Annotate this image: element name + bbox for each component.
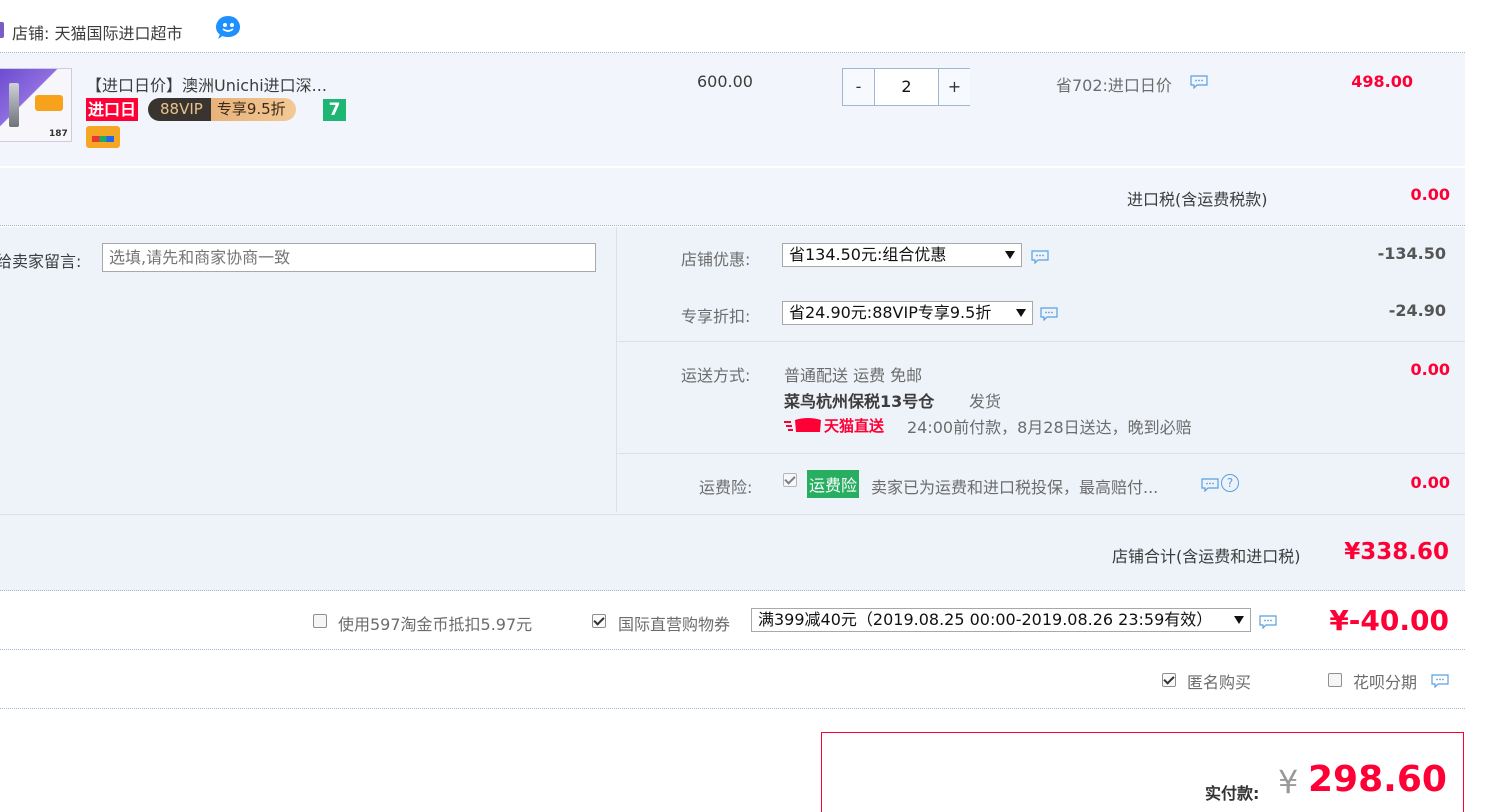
thumb-bottle [9, 83, 19, 127]
huabei-label[interactable]: 花呗分期 [1353, 669, 1417, 693]
item-row: 187 【进口日价】澳洲Unichi进口深... 进口日 88VIP 专享9.5… [0, 53, 1465, 166]
vip-discount-value: -24.90 [1388, 301, 1446, 320]
card-pay-icon [86, 126, 120, 148]
shop-discount-select[interactable]: 省134.50元:组合优惠 [782, 243, 1022, 267]
coupon-chat-icon[interactable] [1259, 615, 1277, 629]
order-options-section: 给卖家留言: 店铺优惠: 省134.50元:组合优惠 -134.50 专享折扣:… [0, 227, 1465, 591]
shipping-warehouse: 菜鸟杭州保税13号仓 [784, 392, 935, 411]
shipping-value: 0.00 [1410, 360, 1450, 379]
chevron-down-icon [1005, 251, 1015, 259]
tmall-cat-icon [784, 418, 821, 432]
shipping-ship-word: 发货 [969, 392, 1002, 411]
shop-discount-value: -134.50 [1377, 244, 1446, 263]
quantity-input[interactable]: 2 [875, 69, 938, 105]
insurance-label: 运费险: [699, 478, 753, 497]
item-promo: 省702:进口日价 [1056, 76, 1172, 95]
help-icon[interactable]: ? [1221, 474, 1239, 492]
quantity-minus-button[interactable]: - [843, 69, 875, 105]
vip-badge: 88VIP 专享9.5折 [148, 98, 296, 121]
coupon-row: 使用597淘金币抵扣5.97元 国际直营购物券 满399减40元（2019.08… [0, 592, 1465, 650]
coupon-value: ¥-40.00 [1329, 604, 1449, 637]
item-subtotal: 498.00 [1351, 72, 1413, 91]
payment-summary-box: 实付款: ¥ 298.60 [821, 732, 1464, 812]
thumb-orange-tag [35, 95, 63, 111]
shop-header: 店铺: 天猫国际进口超市 [0, 0, 1465, 53]
shipping-label: 运送方式: [681, 366, 751, 385]
unit-price: 600.00 [697, 72, 753, 91]
discount-block: 店铺优惠: 省134.50元:组合优惠 -134.50 专享折扣: 省24.90… [617, 227, 1465, 342]
insurance-block: 运费险: 运费险 卖家已为运费和进口税投保，最高赔付... ? 0.00 [617, 454, 1465, 512]
vip-discount-label: 专享9.5折 [210, 98, 296, 121]
shipping-method: 普通配送 运费 免邮 [784, 366, 923, 385]
vip-discount-selected: 省24.90元:88VIP专享9.5折 [789, 303, 992, 322]
message-label: 给卖家留言: [0, 252, 82, 271]
coupon-checkbox[interactable] [592, 614, 606, 628]
wangwang-chat-icon[interactable] [214, 14, 242, 40]
tax-value: 0.00 [1410, 185, 1450, 204]
shop-icon [0, 22, 4, 38]
coupon-label[interactable]: 国际直营购物券 [618, 611, 730, 635]
import-day-badge: 进口日 [86, 98, 139, 121]
quantity-plus-button[interactable]: + [938, 69, 970, 105]
delivery-promise: 24:00前付款，8月28日送达，晚到必赔 [907, 418, 1192, 437]
huabei-chat-icon[interactable] [1431, 674, 1449, 688]
shop-name[interactable]: 店铺: 天猫国际进口超市 [12, 20, 182, 44]
anonymous-label[interactable]: 匿名购买 [1187, 669, 1251, 693]
promo-chat-icon[interactable] [1190, 75, 1208, 89]
vip-discount-select[interactable]: 省24.90元:88VIP专享9.5折 [782, 301, 1033, 325]
pay-currency: ¥ [1278, 763, 1299, 801]
options-row: 匿名购买 花呗分期 [0, 650, 1465, 709]
vip-discount-chat-icon[interactable] [1040, 307, 1058, 321]
seller-message-input[interactable] [102, 243, 596, 272]
vip-badge-label: 88VIP [148, 98, 211, 121]
chevron-down-icon [1016, 309, 1026, 317]
tax-label: 进口税(含运费税款) [1127, 190, 1268, 209]
coins-label[interactable]: 使用597淘金币抵扣5.97元 [338, 611, 532, 635]
product-thumbnail[interactable]: 187 [0, 68, 72, 142]
insurance-chat-icon[interactable] [1201, 478, 1219, 492]
tmall-direct-logo: 天猫直送 [784, 415, 884, 435]
vip-discount-label: 专享折扣: [681, 307, 751, 326]
tax-row: 进口税(含运费税款) 0.00 [0, 168, 1465, 226]
coins-checkbox[interactable] [313, 614, 327, 628]
item-title[interactable]: 【进口日价】澳洲Unichi进口深... [86, 72, 327, 96]
huabei-checkbox[interactable] [1328, 673, 1342, 687]
insurance-checkbox[interactable] [783, 473, 797, 487]
insurance-text: 卖家已为运费和进口税投保，最高赔付... [871, 478, 1159, 497]
shop-discount-label: 店铺优惠: [681, 250, 751, 269]
insurance-value: 0.00 [1410, 473, 1450, 492]
message-panel: 给卖家留言: [0, 227, 617, 512]
insurance-tag: 运费险 [807, 470, 860, 498]
shop-total-value: ¥338.60 [1344, 539, 1449, 565]
anonymous-checkbox[interactable] [1162, 673, 1176, 687]
shop-total-row: 店铺合计(含运费和进口税) ¥338.60 [0, 514, 1465, 591]
quantity-stepper: - 2 + [842, 68, 970, 106]
shop-total-label: 店铺合计(含运费和进口税) [1112, 547, 1301, 566]
tmall-direct-text: 天猫直送 [824, 416, 885, 435]
shop-discount-selected: 省134.50元:组合优惠 [789, 245, 947, 264]
shop-discount-chat-icon[interactable] [1031, 250, 1049, 264]
thumb-price: 187 [49, 129, 68, 139]
seven-day-return-badge: 7 [323, 99, 346, 121]
coupon-select[interactable]: 满399减40元（2019.08.25 00:00-2019.08.26 23:… [751, 608, 1251, 632]
chevron-down-icon [1234, 616, 1244, 624]
coupon-selected: 满399减40元（2019.08.25 00:00-2019.08.26 23:… [758, 610, 1213, 629]
pay-label: 实付款: [1205, 784, 1260, 803]
shipping-block: 运送方式: 普通配送 运费 免邮 菜鸟杭州保税13号仓 发货 天猫直送 24:0… [617, 342, 1465, 454]
pay-amount: 298.60 [1308, 759, 1447, 800]
